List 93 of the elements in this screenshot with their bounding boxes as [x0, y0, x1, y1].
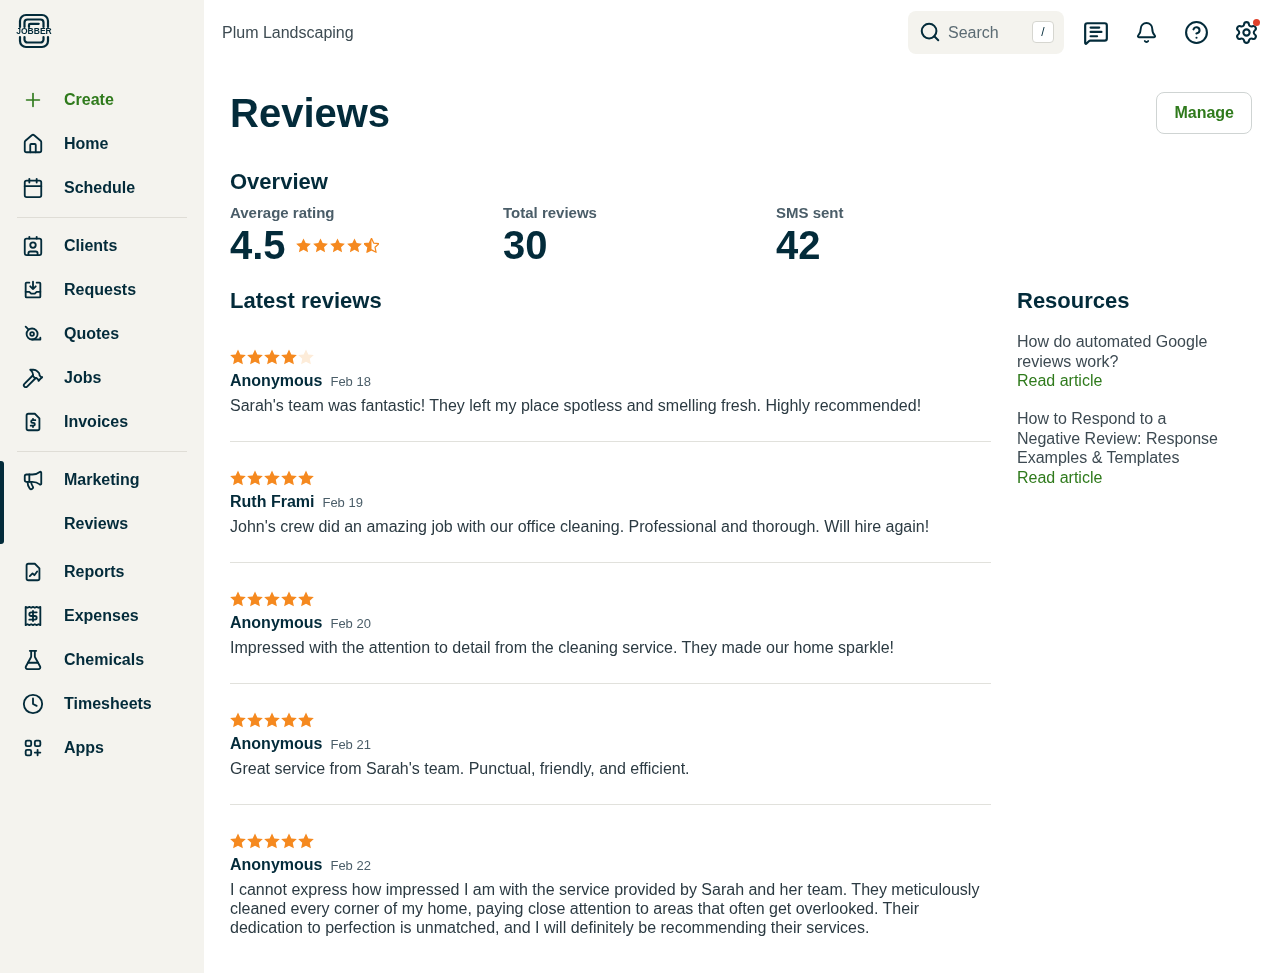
section-heading: Latest reviews: [230, 287, 383, 315]
star-icon: [264, 833, 280, 849]
star-icon: [230, 591, 246, 607]
star-icon: [264, 712, 280, 728]
logo: JOBBER: [15, 13, 53, 49]
half-star-icon: [363, 237, 379, 253]
star-icon: [281, 833, 297, 849]
article-title: How do automated Google reviews work?: [1017, 332, 1209, 371]
star-icon: [281, 470, 297, 486]
receipt-icon: [22, 605, 44, 627]
reviewer-name: Anonymous: [230, 855, 323, 875]
read-article-link[interactable]: Read article: [1017, 467, 1103, 488]
bell-icon: [1134, 21, 1158, 44]
star-icon: [230, 712, 246, 728]
search-icon: [919, 21, 941, 43]
section-heading: Resources: [1017, 287, 1131, 315]
nav-link[interactable]: Chemicals: [0, 638, 204, 682]
star-icon: [298, 833, 314, 849]
help-button[interactable]: [1182, 18, 1210, 47]
manage-button[interactable]: Manage: [1156, 92, 1252, 134]
nav-link[interactable]: Home: [0, 122, 204, 166]
star-icon: [247, 833, 263, 849]
calendar-icon: [22, 177, 44, 199]
star-icon: [298, 591, 314, 607]
nav-link[interactable]: Quotes: [0, 312, 204, 356]
star-icon: [247, 591, 263, 607]
review-text: I cannot express how impressed I am with the service provided by Sarah and her team. They meticulously cleaned every corner of my home, paying close attention to areas that often get overlooked. Their dedication to perfection is unmatched, and I will definitely be recommending their services.: [230, 880, 981, 937]
contact-book-icon: [22, 235, 44, 257]
nav-link[interactable]: Schedule: [0, 166, 204, 210]
star-icon: [264, 349, 280, 365]
page-title: Reviews: [230, 90, 391, 137]
review-text: Great service from Sarah's team. Punctual, friendly, and efficient.: [230, 759, 691, 778]
review-date: Feb 22: [330, 857, 371, 875]
settings-icon: [1233, 20, 1259, 45]
nav-link[interactable]: Jobs: [0, 356, 204, 400]
review-date: Feb 20: [330, 615, 371, 633]
nav-sublink[interactable]: Reviews: [0, 502, 204, 546]
apps-grid-icon: [22, 737, 44, 759]
star-icon: [298, 712, 314, 728]
review-date: Feb 21: [330, 736, 371, 754]
star-icon: [230, 349, 246, 365]
read-article-link[interactable]: Read article: [1017, 371, 1103, 391]
nav-link[interactable]: Expenses: [0, 594, 204, 638]
nav-link[interactable]: Apps: [0, 726, 204, 770]
shortcut-key: /: [1032, 21, 1054, 43]
nav-link[interactable]: Marketing: [0, 458, 204, 502]
stat-value: 30: [503, 223, 548, 267]
star-icon: [312, 237, 328, 253]
star-icon: [281, 591, 297, 607]
star-icon: [329, 237, 345, 253]
flask-icon: [22, 649, 44, 671]
review-date: Feb 18: [330, 373, 371, 391]
nav-link[interactable]: Reports: [0, 550, 204, 594]
star-icon: [247, 349, 263, 365]
reviewer-name: Anonymous: [230, 371, 323, 391]
nav-link[interactable]: Create: [0, 78, 204, 122]
stat-label: SMS sent: [776, 203, 845, 223]
stat-value: 42: [776, 223, 821, 267]
megaphone-icon: [22, 469, 44, 491]
review-date: Feb 19: [322, 494, 363, 512]
help-icon: [1183, 20, 1209, 45]
star-icon: [281, 349, 297, 365]
star-icon: [346, 237, 362, 253]
review-text: Impressed with the attention to detail from the cleaning service. They made our home sparkle!: [230, 638, 896, 657]
star-icon: [230, 470, 246, 486]
nav-link[interactable]: Invoices: [0, 400, 204, 444]
section-heading: Overview: [230, 168, 329, 196]
reviewer-name: Anonymous: [230, 734, 323, 754]
stat-label: Total reviews: [503, 203, 598, 223]
clock-icon: [22, 693, 44, 715]
star-icon: [230, 833, 246, 849]
star-icon: [298, 470, 314, 486]
stat-value: 4.5: [230, 223, 286, 267]
stat-label: Average rating: [230, 203, 336, 223]
nav-link[interactable]: Clients: [0, 224, 204, 268]
nav-link[interactable]: Timesheets: [0, 682, 204, 726]
star-icon: [295, 237, 311, 253]
review-text: Sarah's team was fantastic! They left my place spotless and smelling fresh. Highly recommended!: [230, 396, 923, 415]
nav-link[interactable]: Requests: [0, 268, 204, 312]
star-icon: [264, 591, 280, 607]
house-icon: [22, 133, 44, 155]
reviewer-name: Ruth Frami: [230, 492, 315, 512]
chat-icon: [1083, 19, 1109, 46]
account-name: Plum Landscaping: [222, 23, 355, 42]
star-icon: [281, 712, 297, 728]
star-icon: [264, 470, 280, 486]
hammer-icon: [22, 367, 44, 389]
star-icon: [247, 712, 263, 728]
article-title: How to Respond to a Negative Review: Response Examples & Templates: [1017, 409, 1219, 468]
review-text: John's crew did an amazing job with our office cleaning. Professional and thorough. Will hire again!: [230, 517, 931, 536]
star-icon: [247, 470, 263, 486]
inbox-download-icon: [22, 279, 44, 301]
reviewer-name: Anonymous: [230, 613, 323, 633]
